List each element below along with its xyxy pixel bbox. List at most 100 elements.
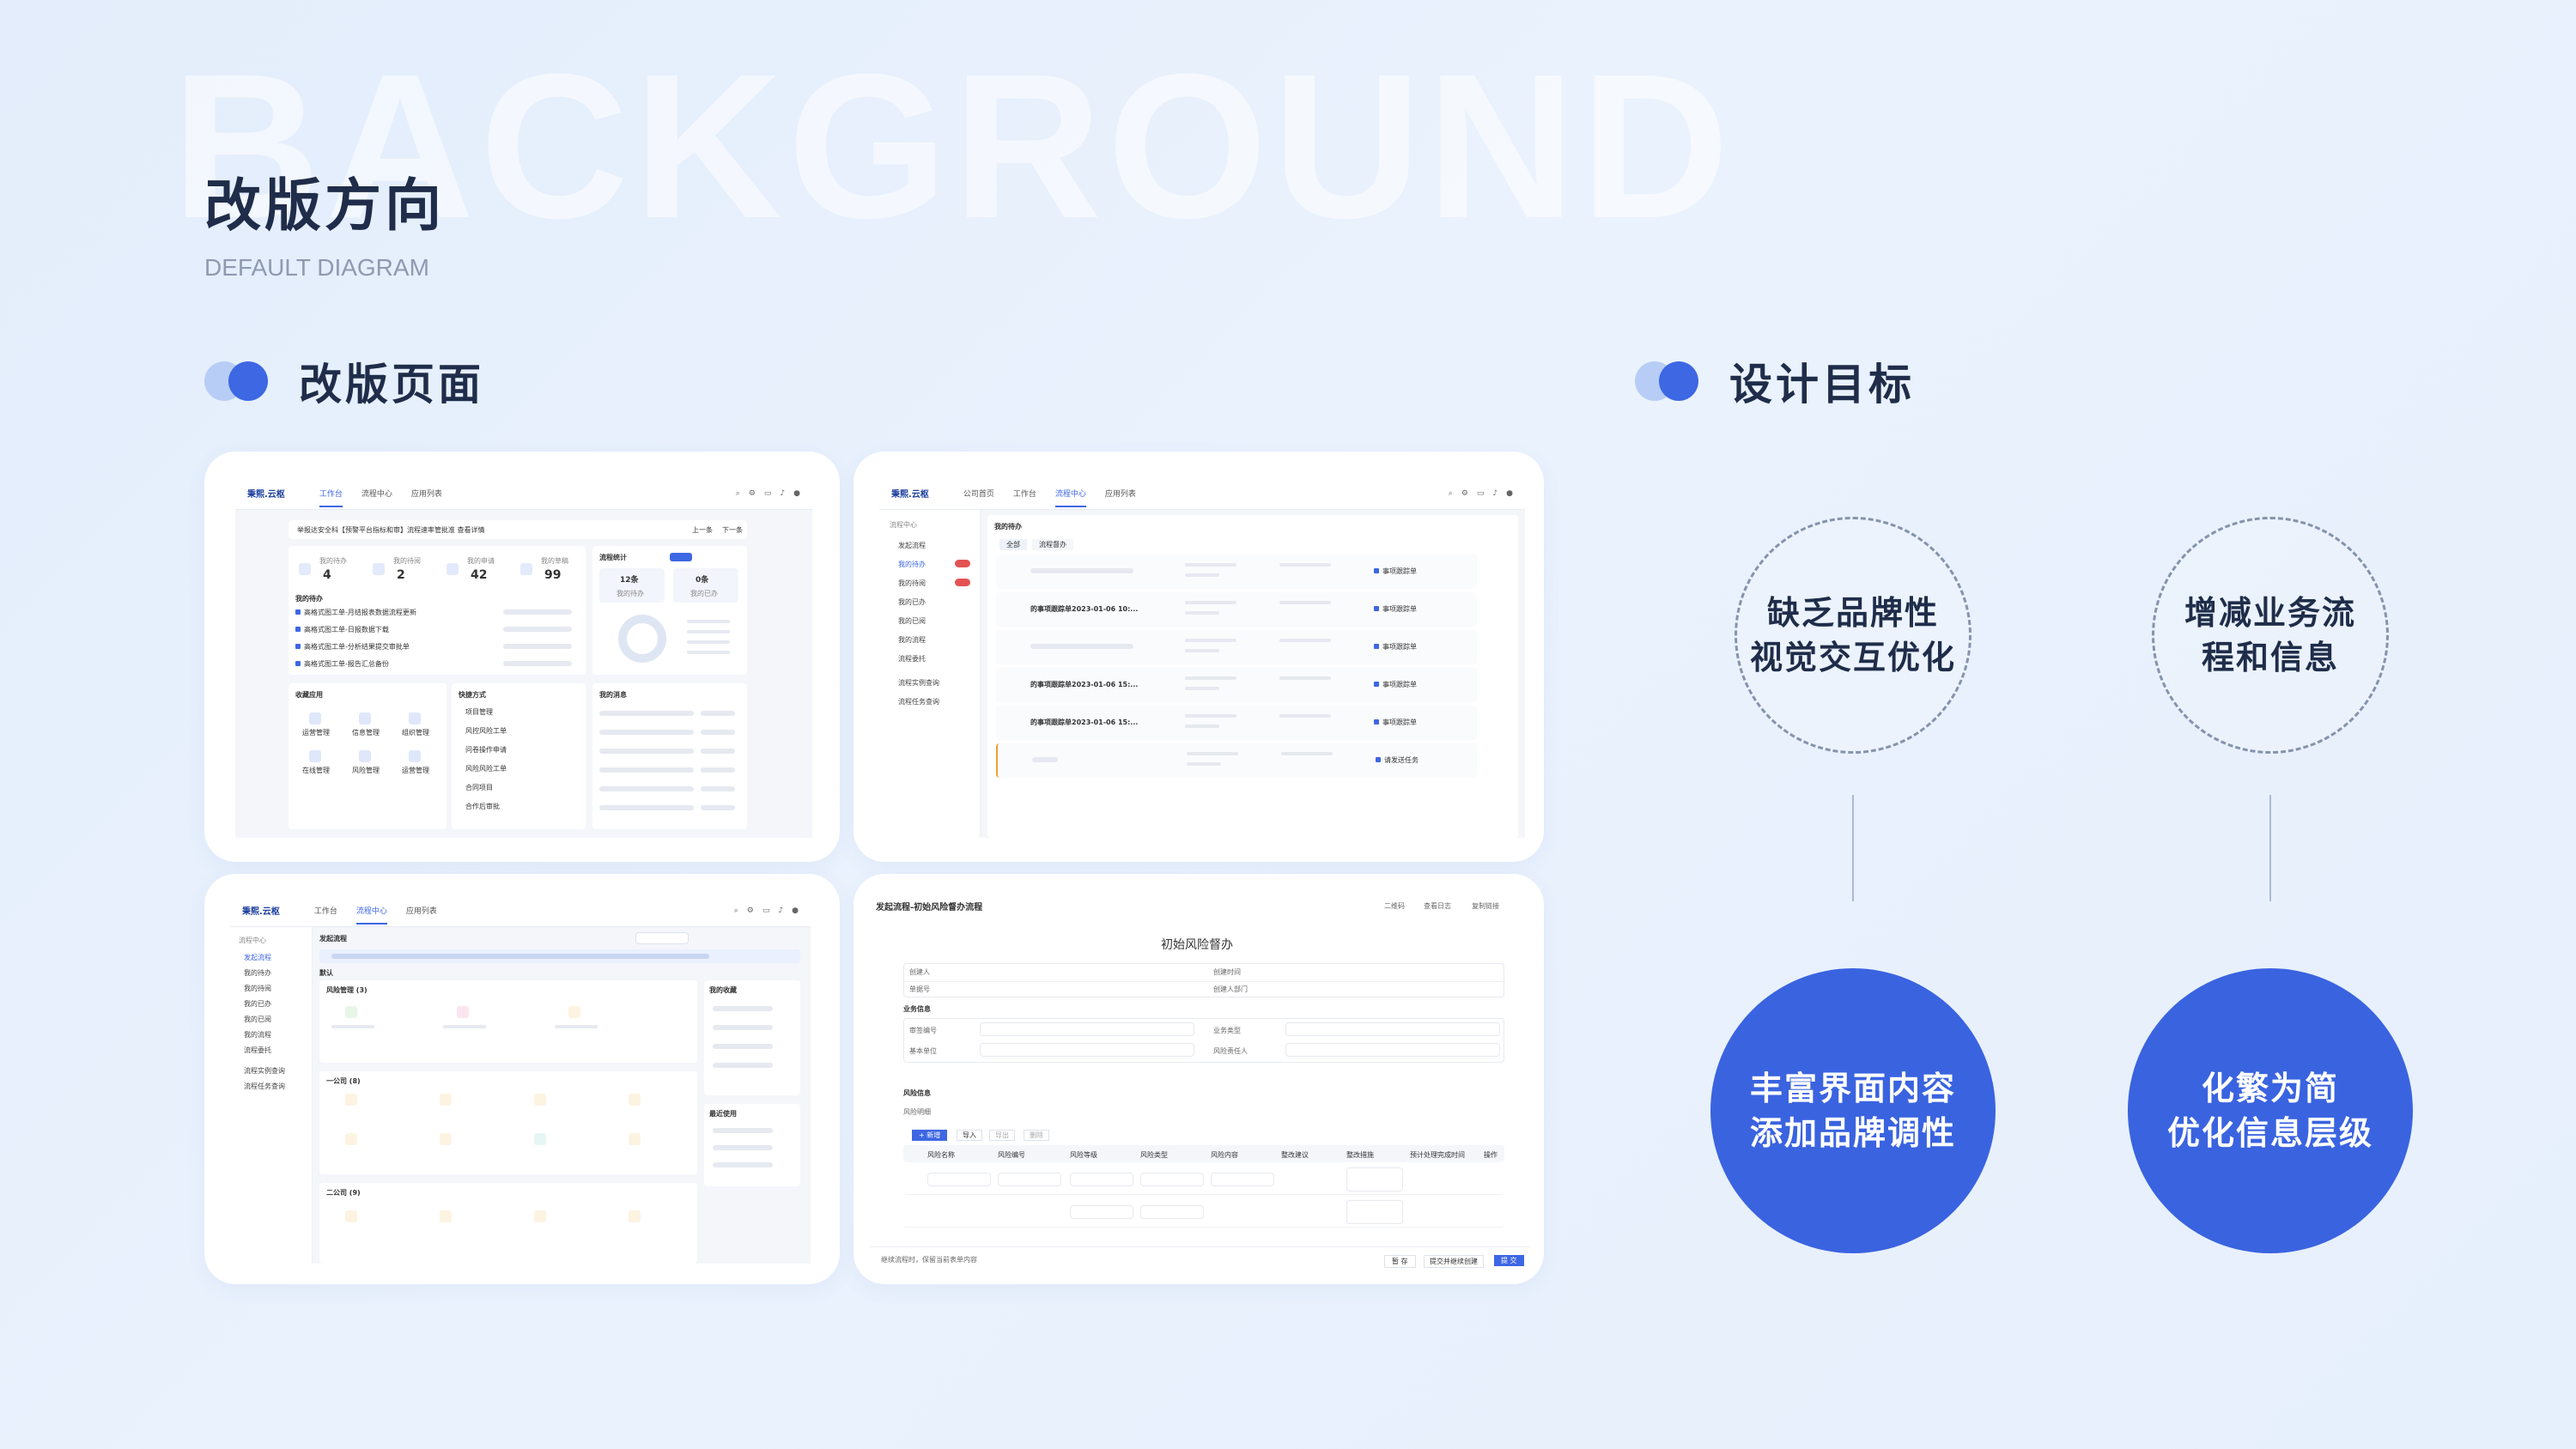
app-icon[interactable]	[409, 750, 421, 762]
nav-tab-flow-center[interactable]: 流程中心	[355, 905, 387, 925]
section-business-title[interactable]: 业务信息	[903, 1004, 931, 1014]
cell-input[interactable]	[998, 1173, 1061, 1186]
bell-icon[interactable]: ♪	[778, 906, 783, 915]
sidebar-item-todo[interactable]: 我的待办	[898, 560, 926, 569]
sidebar-item-done[interactable]: 我的已办	[898, 597, 926, 607]
sidebar-item-launch[interactable]: 发起流程	[898, 541, 926, 550]
app-icon[interactable]	[409, 712, 421, 724]
text-input[interactable]	[980, 1043, 1194, 1057]
flow-app-icon[interactable]	[345, 1006, 357, 1018]
notice-next-button[interactable]: 下一条	[722, 525, 743, 535]
sidebar-item-delegate[interactable]: 流程委托	[244, 1046, 271, 1055]
shortcut-item[interactable]: 风险风险工单	[465, 764, 507, 773]
monitor-icon[interactable]: ▭	[762, 906, 770, 915]
text-input[interactable]	[980, 1022, 1194, 1036]
delete-button[interactable]: 删除	[1024, 1130, 1049, 1141]
add-row-button[interactable]: + 新增	[912, 1130, 948, 1141]
stat-value[interactable]: 4	[323, 568, 331, 582]
todo-item[interactable]: 高格式图工单-报告汇总备份	[304, 659, 476, 669]
sidebar-item-read[interactable]: 我的已阅	[244, 1015, 271, 1024]
notice-text[interactable]: 举报达安全科【预警平台指标和审】流程速率管批准 查看详情	[297, 525, 623, 535]
sidebar-item-to-read[interactable]: 我的待阅	[898, 579, 926, 588]
tab-supervise[interactable]: 流程督办	[1032, 539, 1073, 550]
app-icon[interactable]	[359, 750, 371, 762]
cell-select[interactable]	[1140, 1205, 1204, 1219]
todo-item[interactable]: 高格式图工单-日报数据下载	[304, 625, 476, 634]
notice-prev-button[interactable]: 上一条	[692, 525, 713, 535]
submit-button[interactable]: 提 交	[1494, 1255, 1524, 1266]
settings-icon[interactable]: ⚙	[1461, 489, 1468, 498]
sidebar-item-my-flows[interactable]: 我的流程	[898, 635, 926, 645]
sidebar-item-read[interactable]: 我的已阅	[898, 616, 926, 626]
nav-tab-flow-center[interactable]: 流程中心	[361, 488, 392, 499]
copy-link-button[interactable]: 复制链接	[1472, 901, 1499, 911]
shortcut-item[interactable]: 合作后审批	[465, 802, 500, 811]
stat-value[interactable]: 42	[471, 568, 487, 582]
table-row[interactable]: 的事项跟踪单2023-01-06 15:... 事项跟踪单	[996, 706, 1477, 740]
todo-item[interactable]: 高格式图工单-分析结果提交审批单	[304, 642, 476, 652]
shortcut-item[interactable]: 风控风险工单	[465, 726, 507, 736]
sidebar-item-task-query[interactable]: 流程任务查询	[244, 1082, 285, 1091]
stat-value[interactable]: 2	[397, 568, 405, 582]
flow-stat-box[interactable]: 0条 我的已办	[673, 568, 738, 603]
sidebar-item-my-flows[interactable]: 我的流程	[244, 1030, 271, 1040]
user-avatar[interactable]: ●	[793, 489, 800, 498]
app-icon[interactable]	[309, 712, 321, 724]
search-icon[interactable]: ⌕	[734, 906, 738, 915]
cell-input[interactable]	[1211, 1173, 1274, 1186]
continue-checkbox-label[interactable]: 继续流程时，保留当前表单内容	[881, 1255, 977, 1264]
text-input[interactable]	[1285, 1022, 1500, 1036]
cell-input[interactable]	[927, 1173, 991, 1186]
cell-textarea[interactable]	[1346, 1167, 1403, 1191]
nav-tab-app-list[interactable]: 应用列表	[411, 488, 442, 499]
period-tab-active[interactable]	[670, 553, 692, 561]
user-avatar[interactable]: ●	[792, 906, 799, 915]
qrcode-button[interactable]: 二维码	[1384, 901, 1405, 911]
search-icon[interactable]: ⌕	[1449, 489, 1453, 498]
table-row[interactable]: 事项跟踪单	[996, 555, 1477, 589]
cell-select[interactable]	[1070, 1173, 1133, 1186]
nav-tab-workbench[interactable]: 工作台	[319, 488, 343, 507]
cell-select[interactable]	[1140, 1173, 1204, 1186]
view-log-button[interactable]: 查看日志	[1424, 901, 1451, 911]
settings-icon[interactable]: ⚙	[747, 906, 754, 915]
search-input[interactable]	[635, 932, 689, 944]
user-avatar[interactable]: ●	[1506, 489, 1513, 498]
section-risk-title[interactable]: 风险信息	[903, 1088, 931, 1098]
submit-continue-button[interactable]: 提交并继续创建	[1424, 1255, 1484, 1268]
nav-tab-app-list[interactable]: 应用列表	[1105, 488, 1136, 499]
sidebar-item-launch[interactable]: 发起流程	[244, 953, 271, 962]
bell-icon[interactable]: ♪	[1492, 489, 1498, 498]
table-row[interactable]: 事项跟踪单	[996, 630, 1477, 664]
stat-value[interactable]: 99	[544, 568, 561, 582]
save-draft-button[interactable]: 暂 存	[1384, 1255, 1416, 1268]
app-icon[interactable]	[309, 750, 321, 762]
import-button[interactable]: 导入	[957, 1130, 982, 1141]
table-row[interactable]: 的事项跟踪单2023-01-06 10:... 事项跟踪单	[996, 592, 1477, 627]
sidebar-item-to-read[interactable]: 我的待阅	[244, 984, 271, 993]
todo-item[interactable]: 高格式图工单-月结报表数据流程更新	[304, 608, 476, 617]
sidebar-item-todo[interactable]: 我的待办	[244, 968, 271, 978]
shortcut-item[interactable]: 合同项目	[465, 783, 493, 792]
settings-icon[interactable]: ⚙	[749, 489, 756, 498]
tab-all[interactable]: 全部	[999, 539, 1027, 550]
flow-app-icon[interactable]	[457, 1006, 469, 1018]
export-button[interactable]: 导出	[989, 1130, 1015, 1141]
nav-tab-workbench[interactable]: 工作台	[314, 905, 337, 916]
shortcut-item[interactable]: 项目管理	[465, 707, 493, 717]
nav-tab-home[interactable]: 公司首页	[963, 488, 994, 499]
table-row[interactable]: 的事项跟踪单2023-01-06 15:... 事项跟踪单	[996, 668, 1477, 702]
bell-icon[interactable]: ♪	[780, 489, 785, 498]
sidebar-item-delegate[interactable]: 流程委托	[898, 654, 926, 664]
flow-app-icon[interactable]	[568, 1006, 580, 1018]
sidebar-item-instance-query[interactable]: 流程实例查询	[244, 1066, 285, 1076]
group-default-label[interactable]: 默认	[319, 968, 333, 978]
table-row[interactable]: 请发送任务	[996, 743, 1477, 778]
monitor-icon[interactable]: ▭	[1477, 489, 1485, 498]
flow-stat-box[interactable]: 12条 我的待办	[599, 568, 665, 603]
cell-select[interactable]	[1070, 1205, 1133, 1219]
search-icon[interactable]: ⌕	[736, 489, 740, 498]
cell-textarea[interactable]	[1346, 1200, 1403, 1224]
nav-tab-flow-center[interactable]: 流程中心	[1054, 488, 1086, 507]
app-icon[interactable]	[359, 712, 371, 724]
